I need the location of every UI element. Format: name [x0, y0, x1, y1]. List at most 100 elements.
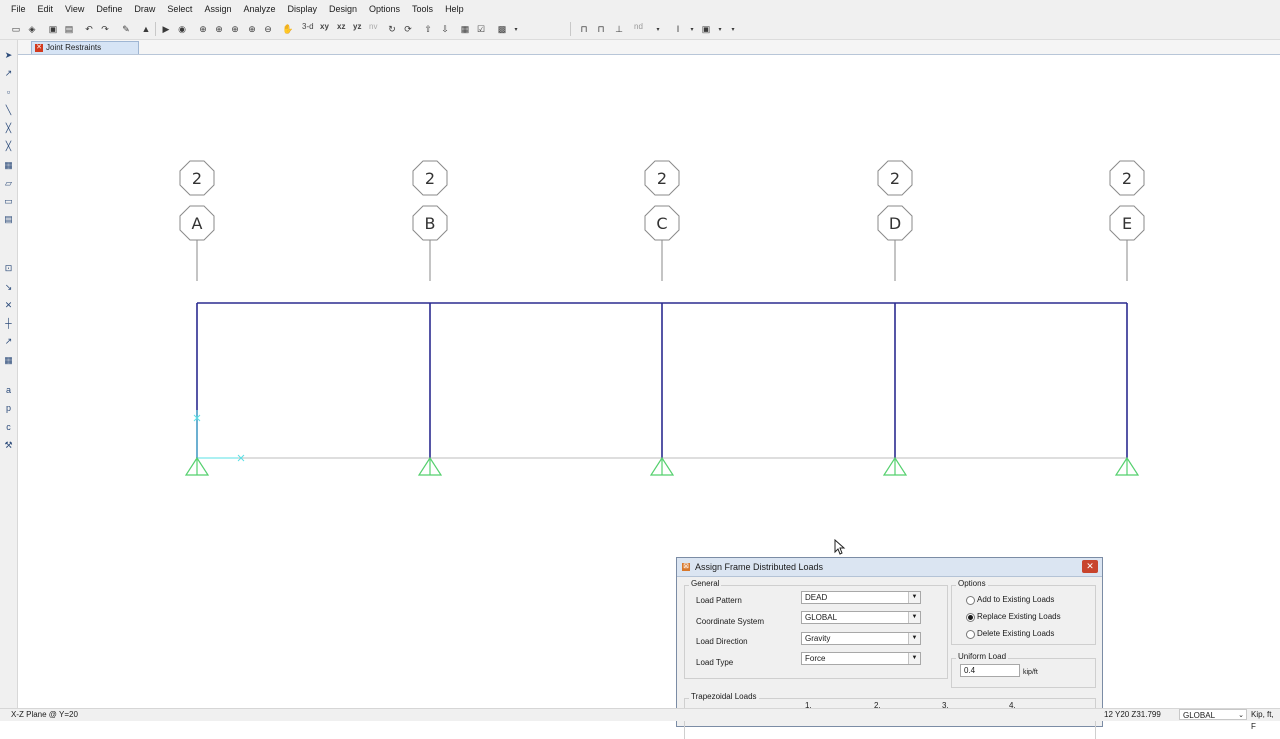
- draw-area-icon[interactable]: ▱: [3, 178, 14, 189]
- chevron-down-icon[interactable]: ▾: [727, 23, 739, 35]
- run-options-icon[interactable]: ◉: [176, 23, 188, 35]
- main-toolbar: ▭ ◈ ▣ ▤ ↶ ↷ ✎ ▲ ▶ ◉ ⊕ ⊕ ⊕ ⊕ ⊖ ✋ 3-d xy x…: [0, 19, 1280, 40]
- frame-icon[interactable]: ⊓: [578, 23, 590, 35]
- menu-edit[interactable]: Edit: [32, 0, 60, 19]
- zoom-out-icon[interactable]: ⊕: [246, 23, 258, 35]
- open-icon[interactable]: ◈: [26, 23, 38, 35]
- replace-existing-radio[interactable]: [966, 613, 975, 622]
- view-yz-button[interactable]: yz: [353, 22, 361, 31]
- snap-grid-icon[interactable]: ▦: [3, 355, 14, 366]
- add-to-existing-radio[interactable]: [966, 596, 975, 605]
- pinned-support[interactable]: [417, 456, 443, 476]
- units-selector[interactable]: Kip, ft, F: [1251, 709, 1280, 733]
- display-options-icon[interactable]: ▩: [496, 23, 508, 35]
- select-previous-icon[interactable]: p: [3, 403, 14, 414]
- coordinate-system-select[interactable]: GLOBAL ▼: [801, 611, 921, 624]
- undo-icon[interactable]: ↶: [83, 23, 95, 35]
- text-cursor-icon[interactable]: I: [672, 23, 684, 35]
- view-xy-button[interactable]: xy: [320, 22, 329, 31]
- add-to-existing-label[interactable]: Add to Existing Loads: [977, 595, 1054, 604]
- snap-intersection-icon[interactable]: ✕: [3, 300, 14, 311]
- chevron-down-icon[interactable]: ▾: [510, 23, 522, 35]
- load-pattern-select[interactable]: DEAD ▼: [801, 591, 921, 604]
- draw-brace-icon[interactable]: ╳: [3, 141, 14, 152]
- zoom-restore-icon[interactable]: ⊕: [213, 23, 225, 35]
- delete-existing-radio[interactable]: [966, 630, 975, 639]
- draw-joint-icon[interactable]: ▫: [3, 87, 14, 98]
- view-3d-button[interactable]: 3-d: [302, 22, 314, 31]
- close-button[interactable]: ✕: [1082, 560, 1098, 573]
- grid-bubble-label: B: [425, 214, 436, 233]
- move-up-icon[interactable]: ⇧: [422, 23, 434, 35]
- checkbox-icon[interactable]: ☑: [475, 23, 487, 35]
- load-direction-select[interactable]: Gravity ▼: [801, 632, 921, 645]
- menu-tools[interactable]: Tools: [406, 0, 439, 19]
- menu-select[interactable]: Select: [161, 0, 198, 19]
- pointer-icon[interactable]: ➤: [3, 50, 14, 61]
- section-icon[interactable]: ⊥: [613, 23, 625, 35]
- menu-display[interactable]: Display: [281, 0, 323, 19]
- chevron-down-icon[interactable]: ▾: [714, 23, 726, 35]
- zoom-in-icon[interactable]: ⊕: [229, 23, 241, 35]
- redo-icon[interactable]: ↷: [99, 23, 111, 35]
- zoom-extents-icon[interactable]: ⊖: [262, 23, 274, 35]
- menu-view[interactable]: View: [59, 0, 90, 19]
- grid-options-icon[interactable]: ▦: [459, 23, 471, 35]
- uniform-load-input[interactable]: 0.4: [960, 664, 1020, 677]
- chevron-down-icon[interactable]: ▾: [686, 23, 698, 35]
- replace-existing-label[interactable]: Replace Existing Loads: [977, 612, 1061, 621]
- menu-help[interactable]: Help: [439, 0, 470, 19]
- clear-selection-icon[interactable]: c: [3, 422, 14, 433]
- reshape-icon[interactable]: ↗: [3, 68, 14, 79]
- pan-hand-icon[interactable]: ✋: [282, 23, 294, 35]
- draw-solid-icon[interactable]: ▤: [3, 214, 14, 225]
- menu-assign[interactable]: Assign: [198, 0, 237, 19]
- select-all-icon[interactable]: a: [3, 385, 14, 396]
- snap-perpendicular-icon[interactable]: ┼: [3, 318, 14, 329]
- draw-rect-icon[interactable]: ▭: [3, 196, 14, 207]
- menu-options[interactable]: Options: [363, 0, 406, 19]
- uniform-load-units: kip/ft: [1023, 669, 1038, 676]
- draw-frame-icon[interactable]: ╲: [3, 105, 14, 116]
- snap-line-icon[interactable]: ↘: [3, 282, 14, 293]
- brace-icon[interactable]: ⊓: [595, 23, 607, 35]
- coordinate-system-dropdown[interactable]: GLOBAL ⌄: [1179, 709, 1247, 720]
- rotate-icon[interactable]: ↻: [386, 23, 398, 35]
- delete-existing-label[interactable]: Delete Existing Loads: [977, 629, 1054, 638]
- pinned-support[interactable]: [1114, 456, 1140, 476]
- chevron-down-icon[interactable]: ▾: [652, 23, 664, 35]
- layout-icon[interactable]: ▣: [700, 23, 712, 35]
- view-nv-button[interactable]: nv: [369, 22, 377, 31]
- menu-draw[interactable]: Draw: [128, 0, 161, 19]
- pinned-support[interactable]: [649, 456, 675, 476]
- snap-midpoint-icon[interactable]: ↗: [3, 336, 14, 347]
- pinned-support[interactable]: [882, 456, 908, 476]
- print-icon[interactable]: ▤: [63, 23, 75, 35]
- lock-icon[interactable]: ▲: [140, 23, 152, 35]
- snap-joint-icon[interactable]: ⊡: [3, 263, 14, 274]
- chevron-down-icon[interactable]: ▼: [908, 612, 920, 623]
- select-tool-icon[interactable]: ⚒: [3, 440, 14, 451]
- load-type-select[interactable]: Force ▼: [801, 652, 921, 665]
- chevron-down-icon[interactable]: ▼: [908, 653, 920, 664]
- draw-grid-icon[interactable]: ▦: [3, 160, 14, 171]
- refresh-icon[interactable]: ⟳: [402, 23, 414, 35]
- node-button[interactable]: nd: [634, 22, 643, 31]
- save-icon[interactable]: ▣: [47, 23, 59, 35]
- move-down-icon[interactable]: ⇩: [439, 23, 451, 35]
- zoom-window-icon[interactable]: ⊕: [197, 23, 209, 35]
- menu-file[interactable]: File: [0, 0, 32, 19]
- run-analysis-icon[interactable]: ▶: [160, 23, 172, 35]
- pinned-support[interactable]: [184, 456, 210, 476]
- tab-joint-restraints[interactable]: ✕ Joint Restraints: [31, 41, 139, 54]
- dialog-title-bar[interactable]: ⊠ Assign Frame Distributed Loads ✕: [677, 558, 1102, 577]
- chevron-down-icon[interactable]: ▼: [908, 592, 920, 603]
- view-xz-button[interactable]: xz: [337, 22, 345, 31]
- menu-design[interactable]: Design: [323, 0, 363, 19]
- new-model-icon[interactable]: ▭: [10, 23, 22, 35]
- draw-line-icon[interactable]: ╳: [3, 123, 14, 134]
- edit-pencil-icon[interactable]: ✎: [120, 23, 132, 35]
- menu-analyze[interactable]: Analyze: [237, 0, 281, 19]
- menu-define[interactable]: Define: [90, 0, 128, 19]
- chevron-down-icon[interactable]: ▼: [908, 633, 920, 644]
